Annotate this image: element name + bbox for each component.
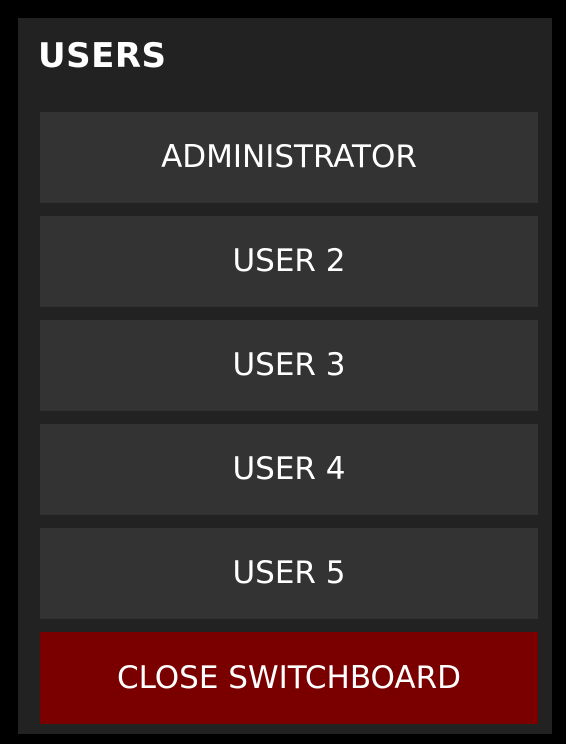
panel-title: USERS [38, 36, 167, 76]
user-button-user-2[interactable]: USER 2 [40, 216, 538, 307]
user-menu: ADMINISTRATOR USER 2 USER 3 USER 4 USER … [40, 112, 538, 724]
user-button-user-4[interactable]: USER 4 [40, 424, 538, 515]
user-button-user-3[interactable]: USER 3 [40, 320, 538, 411]
users-switchboard-panel: USERS ADMINISTRATOR USER 2 USER 3 USER 4… [18, 18, 552, 734]
user-button-user-5[interactable]: USER 5 [40, 528, 538, 619]
user-button-administrator[interactable]: ADMINISTRATOR [40, 112, 538, 203]
close-switchboard-button[interactable]: CLOSE SWITCHBOARD [40, 632, 538, 724]
